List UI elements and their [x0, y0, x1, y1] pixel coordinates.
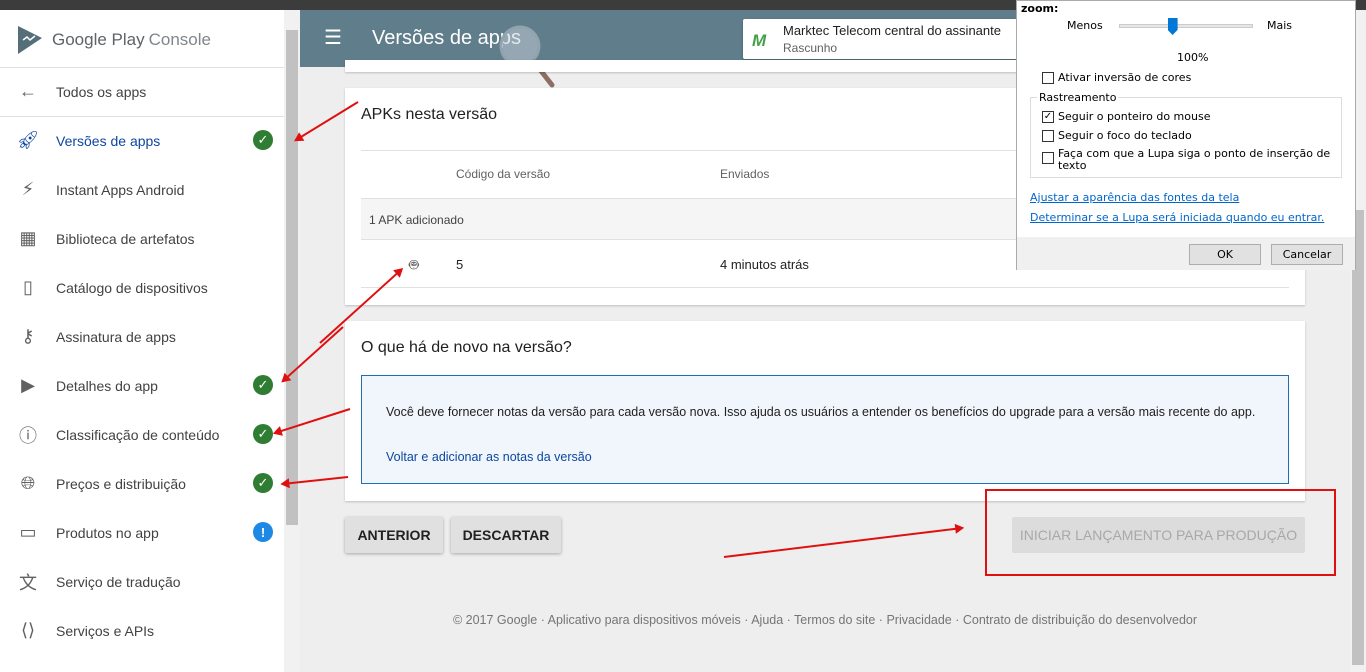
sidebar-item-label: Todos os apps — [56, 83, 147, 100]
rocket-icon: 🚀︎ — [16, 130, 40, 150]
check-icon: ✓ — [253, 375, 273, 395]
invert-colors-checkbox[interactable] — [1042, 72, 1054, 84]
sent-time: 4 minutos atrás — [720, 257, 809, 272]
add-notes-link[interactable]: Voltar e adicionar as notas da versão — [386, 450, 592, 464]
follow-text-checkbox[interactable] — [1042, 152, 1054, 164]
zoom-label: zoom: — [1021, 2, 1059, 15]
page-scrollbar-thumb[interactable] — [1352, 210, 1364, 665]
follow-keyboard-checkbox[interactable] — [1042, 130, 1054, 142]
sidebar-item-label: Classificação de conteúdo — [56, 426, 220, 443]
sidebar-item-label: Detalhes do app — [56, 377, 158, 394]
sidebar: Google Play Console ← Todos os apps 🚀︎ Versõ… — [0, 10, 284, 672]
magnifier-options-dialog: zoom: Menos Mais 100% Ativar inversão de… — [1016, 0, 1356, 270]
sidebar-item-10[interactable]: 文 Serviço de tradução — [0, 557, 284, 606]
library-icon: ▦ — [19, 228, 37, 248]
warning-icon: ! — [253, 522, 273, 542]
rating-icon: ⓘ — [19, 425, 37, 446]
api-icon: ⟨⟩ — [20, 620, 36, 640]
follow-keyboard-label: Seguir o foco do teclado — [1058, 129, 1192, 142]
check-icon: ✓ — [253, 473, 273, 493]
column-header-code: Código da versão — [456, 167, 551, 181]
logo-suffix: Console — [148, 30, 211, 49]
follow-mouse-label: Seguir o ponteiro do mouse — [1058, 110, 1211, 123]
android-icon: 🤖︎ — [409, 257, 419, 274]
translate-icon: 文 — [19, 572, 37, 593]
previous-button[interactable]: ANTERIOR — [345, 517, 443, 553]
footer: © 2017 Google · Aplicativo para disposit… — [452, 613, 1198, 627]
sidebar-item-8[interactable]: 🌐︎ Preços e distribuição ✓ — [0, 459, 284, 508]
globe-icon: 🌐︎ — [20, 473, 36, 493]
sidebar-item-7[interactable]: ⓘ Classificação de conteúdo ✓ — [0, 410, 284, 459]
bolt-icon: ⚡︎ — [21, 179, 35, 199]
sidebar-item-label: Serviço de tradução — [56, 573, 181, 590]
annotation-arrow — [723, 522, 965, 558]
zoom-slider[interactable] — [1119, 24, 1253, 28]
column-header-sent: Enviados — [720, 167, 770, 181]
zoom-more-label: Mais — [1267, 19, 1293, 32]
apks-title: APKs nesta versão — [361, 106, 498, 123]
sidebar-item-label: Biblioteca de artefatos — [56, 230, 195, 247]
follow-mouse-checkbox[interactable]: ✓ — [1042, 111, 1054, 123]
adjust-fonts-link[interactable]: Ajustar a aparência das fontes da tela — [1030, 191, 1239, 204]
sidebar-item-2[interactable]: ⚡︎ Instant Apps Android — [0, 165, 284, 214]
sidebar-item-4[interactable]: ▯ Catálogo de dispositivos — [0, 263, 284, 312]
sidebar-item-label: Catálogo de dispositivos — [56, 279, 208, 296]
logo-text: Google Play — [52, 30, 145, 49]
version-code: 5 — [456, 257, 464, 272]
app-status: Rascunho — [783, 41, 838, 55]
apk-group-label: 1 APK adicionado — [369, 213, 464, 227]
sidebar-item-6[interactable]: ▶ Detalhes do app ✓ — [0, 361, 284, 410]
sidebar-item-label: Produtos no app — [56, 524, 159, 541]
arrow-left-icon: ← — [19, 81, 37, 101]
notice-text: Você deve fornecer notas da versão para … — [386, 405, 1256, 419]
annotation-box — [985, 489, 1336, 576]
device-icon: ▯ — [23, 277, 33, 297]
sidebar-item-label: Preços e distribuição — [56, 475, 186, 492]
app-name: Marktec Telecom central do assinante — [783, 23, 1001, 38]
sidebar-item-11[interactable]: ⟨⟩ Serviços e APIs — [0, 606, 284, 655]
cancel-button[interactable]: Cancelar — [1271, 244, 1343, 265]
startup-link[interactable]: Determinar se a Lupa será iniciada quand… — [1030, 211, 1324, 224]
magnifier-cursor-icon — [499, 25, 555, 88]
sidebar-item-0[interactable]: ← Todos os apps — [0, 67, 284, 116]
invert-colors-label: Ativar inversão de cores — [1058, 71, 1192, 84]
sidebar-item-label: Instant Apps Android — [56, 181, 185, 198]
sidebar-item-5[interactable]: ⚷ Assinatura de apps — [0, 312, 284, 361]
whats-new-title: O que há de novo na versão? — [361, 339, 572, 356]
card-icon: ▭ — [19, 522, 37, 542]
sidebar-item-label: Versões de apps — [56, 132, 161, 149]
sidebar-item-label: Serviços e APIs — [56, 622, 155, 639]
tracking-title: Rastreamento — [1037, 91, 1119, 104]
sidebar-item-9[interactable]: ▭ Produtos no app! — [0, 508, 284, 557]
store-icon: ▶ — [21, 375, 35, 395]
zoom-slider-thumb[interactable] — [1167, 18, 1178, 35]
hamburger-menu-icon[interactable]: ☰ — [324, 28, 344, 48]
app-icon: M — [752, 31, 767, 50]
play-console-logo[interactable]: Google Play Console — [16, 26, 211, 54]
zoom-value: 100% — [1177, 51, 1209, 64]
check-icon: ✓ — [253, 424, 273, 444]
sidebar-item-label: Assinatura de apps — [56, 328, 176, 345]
sidebar-item-3[interactable]: ▦ Biblioteca de artefatos — [0, 214, 284, 263]
follow-text-label: Faça com que a Lupa siga o ponto de inse… — [1058, 147, 1331, 172]
app-selector[interactable]: M Marktec Telecom central do assinante R… — [743, 19, 1043, 59]
zoom-less-label: Menos — [1067, 19, 1103, 32]
check-icon: ✓ — [253, 130, 273, 150]
key-icon: ⚷ — [21, 326, 35, 346]
discard-button[interactable]: DESCARTAR — [451, 517, 561, 553]
ok-button[interactable]: OK — [1189, 244, 1261, 265]
release-notes-notice: Você deve fornecer notas da versão para … — [361, 375, 1289, 484]
whats-new-card: O que há de novo na versão? Você deve fo… — [345, 321, 1305, 501]
sidebar-scrollbar-thumb[interactable] — [286, 30, 298, 525]
sidebar-item-1[interactable]: 🚀︎ Versões de apps ✓ — [0, 116, 284, 165]
play-logo-icon — [18, 26, 42, 54]
